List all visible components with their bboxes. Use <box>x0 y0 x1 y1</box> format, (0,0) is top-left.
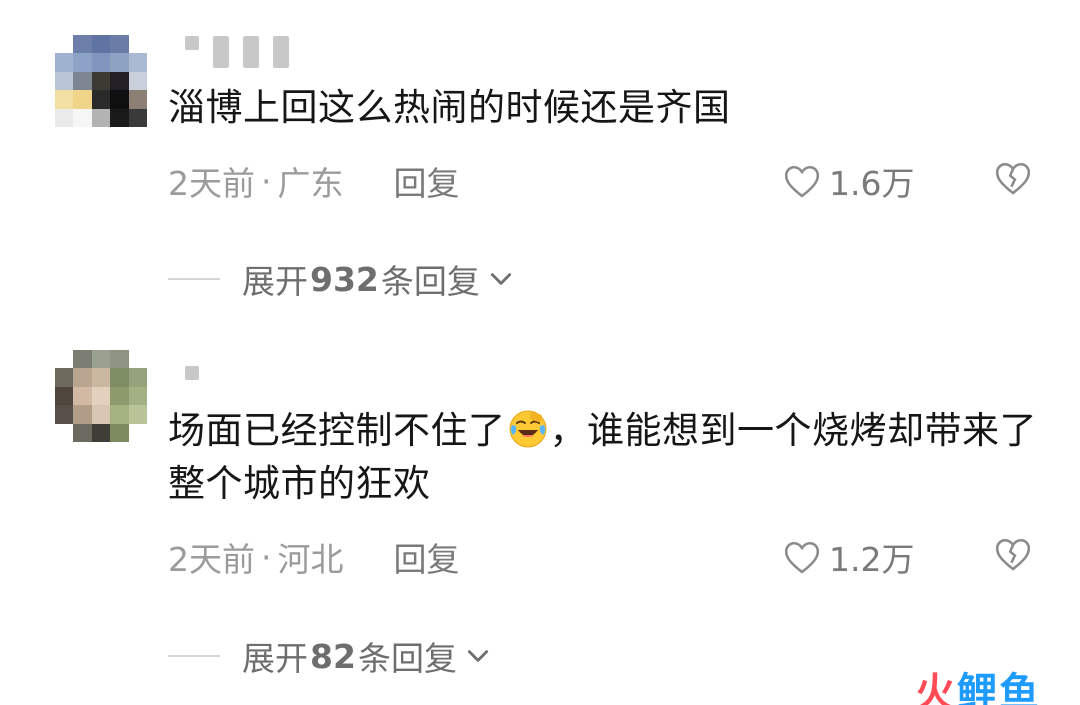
like-button[interactable]: 1.6万 <box>783 157 914 205</box>
comment-location: 河北 <box>277 540 344 579</box>
heart-icon <box>784 165 820 198</box>
watermark-part: 鲤鱼 <box>957 670 1041 705</box>
expand-replies-button[interactable]: 展开 82 条回复 <box>168 632 491 680</box>
comment-meta: 2天前 · 广东 回复 <box>168 157 460 205</box>
like-count: 1.6万 <box>829 164 915 203</box>
heart-icon <box>784 541 820 574</box>
chevron-down-icon <box>467 650 489 662</box>
comment-time: 2天前 <box>168 164 255 203</box>
watermark-part: 火 <box>915 670 957 705</box>
expand-suffix: 条回复 <box>357 639 457 678</box>
comment-location: 广东 <box>277 164 344 203</box>
reply-button[interactable]: 回复 <box>394 533 460 581</box>
meta-separator: · <box>261 537 272 577</box>
avatar[interactable] <box>55 35 147 127</box>
meta-separator: · <box>261 161 272 201</box>
comment-text: 场面已经控制不住了 ，谁能想到一个烧烤却带来了整个城市的狂欢 <box>168 404 1040 510</box>
divider-line <box>168 278 220 280</box>
like-count: 1.2万 <box>829 540 915 579</box>
comment-text-part: 淄博上回这么热闹的时候还是齐国 <box>168 86 731 129</box>
avatar[interactable] <box>55 350 147 442</box>
comment-list: 淄博上回这么热闹的时候还是齐国 2天前 · 广东 回复 1.6万 展开 932 … <box>0 0 1080 705</box>
expand-prefix: 展开 <box>242 639 308 678</box>
expand-prefix: 展开 <box>242 262 308 301</box>
dislike-button[interactable] <box>994 536 1032 576</box>
like-button[interactable]: 1.2万 <box>783 533 914 581</box>
expand-suffix: 条回复 <box>380 262 480 301</box>
laughing-crying-emoji-icon <box>509 410 546 448</box>
reply-count: 82 <box>310 636 356 676</box>
reply-count: 932 <box>310 259 379 299</box>
broken-heart-icon <box>995 162 1031 195</box>
comment-text: 淄博上回这么热闹的时候还是齐国 <box>168 81 1040 134</box>
comment-text-part: 场面已经控制不住了 <box>168 409 506 452</box>
chevron-down-icon <box>490 273 511 285</box>
expand-replies-button[interactable]: 展开 932 条回复 <box>168 255 514 303</box>
reply-button[interactable]: 回复 <box>394 157 460 205</box>
comment-meta: 2天前 · 河北 回复 <box>168 533 460 581</box>
comment-time: 2天前 <box>168 540 255 579</box>
watermark-logo: 火鲤鱼 <box>915 660 1041 705</box>
broken-heart-icon <box>995 538 1031 571</box>
divider-line <box>168 655 220 657</box>
dislike-button[interactable] <box>994 160 1032 200</box>
username[interactable] <box>185 36 289 68</box>
username[interactable] <box>185 366 199 380</box>
